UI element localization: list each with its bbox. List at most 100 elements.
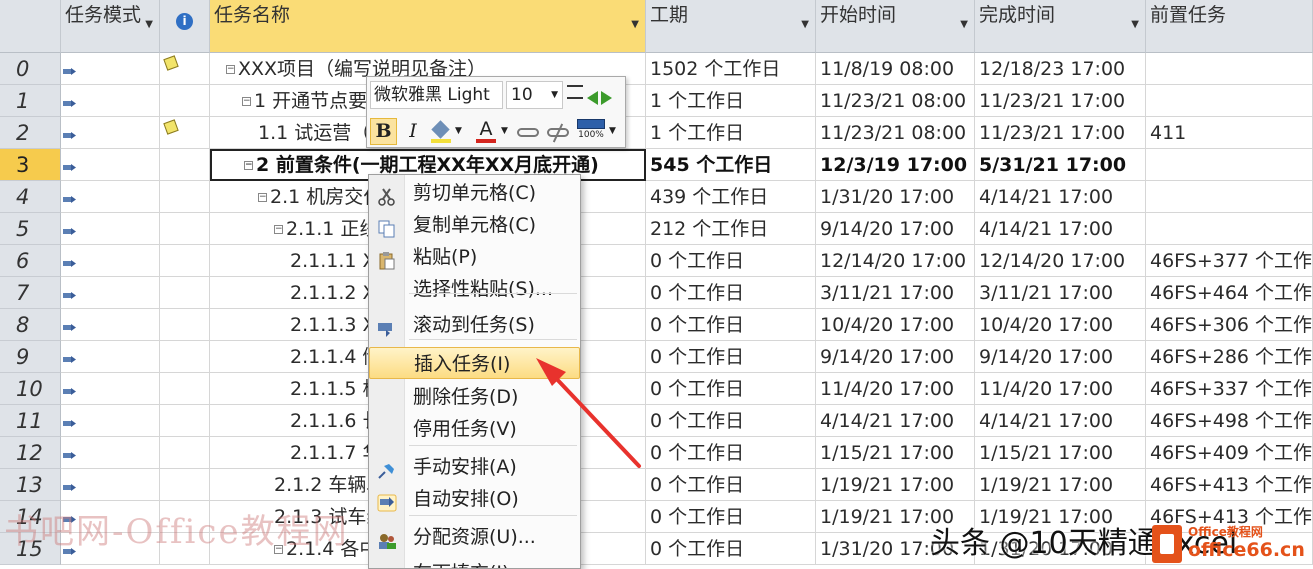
cell-finish[interactable]: 12/14/20 17:00 bbox=[975, 245, 1146, 277]
menu-item-6[interactable]: 插入任务(I) bbox=[369, 347, 580, 379]
row-number[interactable]: 8 bbox=[0, 309, 61, 341]
cell-finish[interactable]: 4/14/21 17:00 bbox=[975, 213, 1146, 245]
align-left-icon[interactable] bbox=[567, 85, 583, 99]
unlink-tasks-icon[interactable] bbox=[547, 123, 569, 143]
chevron-down-icon[interactable]: ▼ bbox=[1131, 12, 1139, 38]
cell-finish[interactable]: 11/23/21 17:00 bbox=[975, 117, 1146, 149]
cell-pred[interactable]: 46FS+498 个工作日 bbox=[1146, 405, 1313, 437]
cell-mode[interactable] bbox=[61, 181, 160, 213]
menu-item-2[interactable]: 复制单元格(C) bbox=[369, 209, 580, 241]
cell-mode[interactable] bbox=[61, 149, 160, 181]
cell-duration[interactable]: 0 个工作日 bbox=[646, 437, 816, 469]
cell-info[interactable] bbox=[160, 213, 210, 245]
cell-pred[interactable]: 46FS+464 个工作日 bbox=[1146, 277, 1313, 309]
row-number[interactable]: 1 bbox=[0, 85, 61, 117]
outdent-icon[interactable] bbox=[587, 91, 598, 105]
cell-start[interactable]: 11/4/20 17:00 bbox=[816, 373, 975, 405]
menu-item-10[interactable]: 自动安排(O) bbox=[369, 483, 580, 515]
cell-duration[interactable]: 0 个工作日 bbox=[646, 373, 816, 405]
bold-button[interactable]: B bbox=[370, 118, 397, 145]
cell-duration[interactable]: 212 个工作日 bbox=[646, 213, 816, 245]
cell-duration[interactable]: 439 个工作日 bbox=[646, 181, 816, 213]
cell-pred[interactable]: 46FS+306 个工作日 bbox=[1146, 309, 1313, 341]
cell-info[interactable] bbox=[160, 149, 210, 181]
column-header-predecessors[interactable]: 前置任务 bbox=[1146, 0, 1313, 53]
cell-info[interactable] bbox=[160, 373, 210, 405]
cell-start[interactable]: 12/3/19 17:00 bbox=[816, 149, 975, 181]
row-number[interactable]: 12 bbox=[0, 437, 61, 469]
row-number[interactable]: 2 bbox=[0, 117, 61, 149]
cell-duration[interactable]: 0 个工作日 bbox=[646, 501, 816, 533]
column-header-indicators[interactable]: i bbox=[160, 0, 210, 53]
zoom-100-icon[interactable]: 100% bbox=[577, 119, 605, 145]
cell-finish[interactable]: 1/15/21 17:00 bbox=[975, 437, 1146, 469]
row-number[interactable]: 10 bbox=[0, 373, 61, 405]
cell-finish[interactable]: 4/14/21 17:00 bbox=[975, 181, 1146, 213]
cell-pred[interactable] bbox=[1146, 149, 1313, 181]
cell-info[interactable] bbox=[160, 309, 210, 341]
cell-start[interactable]: 9/14/20 17:00 bbox=[816, 341, 975, 373]
cell-mode[interactable] bbox=[61, 341, 160, 373]
row-number[interactable]: 3 bbox=[0, 149, 61, 181]
cell-pred[interactable]: 46FS+286 个工作日 bbox=[1146, 341, 1313, 373]
cell-duration[interactable]: 1 个工作日 bbox=[646, 85, 816, 117]
cell-finish[interactable]: 5/31/21 17:00 bbox=[975, 149, 1146, 181]
cell-duration[interactable]: 545 个工作日 bbox=[646, 149, 816, 181]
font-size-box[interactable]: 10 ▼ bbox=[506, 81, 563, 109]
cell-pred[interactable]: 46FS+409 个工作日 bbox=[1146, 437, 1313, 469]
menu-item-3[interactable]: 粘贴(P) bbox=[369, 241, 580, 273]
cell-start[interactable]: 11/8/19 08:00 bbox=[816, 53, 975, 85]
row-number[interactable]: 0 bbox=[0, 53, 61, 85]
cell-info[interactable] bbox=[160, 469, 210, 501]
cell-finish[interactable]: 11/4/20 17:00 bbox=[975, 373, 1146, 405]
chevron-down-icon[interactable]: ▼ bbox=[145, 12, 153, 38]
column-header-finish[interactable]: 完成时间 ▼ bbox=[975, 0, 1146, 53]
menu-item-7[interactable]: 删除任务(D) bbox=[369, 381, 580, 413]
cell-start[interactable]: 11/23/21 08:00 bbox=[816, 117, 975, 149]
cell-start[interactable]: 12/14/20 17:00 bbox=[816, 245, 975, 277]
row-number[interactable]: 4 bbox=[0, 181, 61, 213]
cell-mode[interactable] bbox=[61, 437, 160, 469]
cell-mode[interactable] bbox=[61, 277, 160, 309]
column-header-duration[interactable]: 工期 ▼ bbox=[646, 0, 816, 53]
cell-mode[interactable] bbox=[61, 469, 160, 501]
column-header-start[interactable]: 开始时间 ▼ bbox=[816, 0, 975, 53]
menu-item-11[interactable]: 分配资源(U)... bbox=[369, 521, 580, 553]
cell-pred[interactable]: 46FS+377 个工作日 bbox=[1146, 245, 1313, 277]
menu-item-9[interactable]: 手动安排(A) bbox=[369, 451, 580, 483]
chevron-down-icon[interactable]: ▼ bbox=[455, 126, 462, 136]
menu-item-12[interactable]: 在下填充(I) bbox=[369, 557, 580, 568]
chevron-down-icon[interactable]: ▼ bbox=[501, 126, 508, 136]
menu-item-5[interactable]: 滚动到任务(S) bbox=[369, 309, 580, 341]
cell-mode[interactable] bbox=[61, 85, 160, 117]
cell-info[interactable] bbox=[160, 341, 210, 373]
row-number[interactable]: 5 bbox=[0, 213, 61, 245]
cell-duration[interactable]: 0 个工作日 bbox=[646, 245, 816, 277]
cell-finish[interactable]: 3/11/21 17:00 bbox=[975, 277, 1146, 309]
row-number[interactable]: 11 bbox=[0, 405, 61, 437]
cell-info[interactable] bbox=[160, 245, 210, 277]
chevron-down-icon[interactable]: ▼ bbox=[609, 126, 616, 136]
cell-duration[interactable]: 1 个工作日 bbox=[646, 117, 816, 149]
collapse-icon[interactable]: − bbox=[226, 65, 235, 74]
menu-item-4[interactable]: 选择性粘贴(S)... bbox=[369, 273, 580, 305]
cell-mode[interactable] bbox=[61, 373, 160, 405]
cell-pred[interactable] bbox=[1146, 53, 1313, 85]
column-header-task-name[interactable]: 任务名称 ▼ bbox=[210, 0, 646, 53]
cell-mode[interactable] bbox=[61, 245, 160, 277]
cell-start[interactable]: 11/23/21 08:00 bbox=[816, 85, 975, 117]
collapse-icon[interactable]: − bbox=[274, 225, 283, 234]
note-icon[interactable] bbox=[163, 55, 179, 71]
cell-duration[interactable]: 0 个工作日 bbox=[646, 405, 816, 437]
menu-item-8[interactable]: 停用任务(V) bbox=[369, 413, 580, 445]
cell-start[interactable]: 10/4/20 17:00 bbox=[816, 309, 975, 341]
cell-duration[interactable]: 0 个工作日 bbox=[646, 533, 816, 565]
cell-finish[interactable]: 1/19/21 17:00 bbox=[975, 469, 1146, 501]
cell-start[interactable]: 1/15/21 17:00 bbox=[816, 437, 975, 469]
cell-start[interactable]: 9/14/20 17:00 bbox=[816, 213, 975, 245]
row-number[interactable]: 7 bbox=[0, 277, 61, 309]
cell-pred[interactable] bbox=[1146, 213, 1313, 245]
cell-pred[interactable]: 46FS+413 个工作日 bbox=[1146, 469, 1313, 501]
collapse-icon[interactable]: − bbox=[242, 97, 251, 106]
cell-mode[interactable] bbox=[61, 309, 160, 341]
